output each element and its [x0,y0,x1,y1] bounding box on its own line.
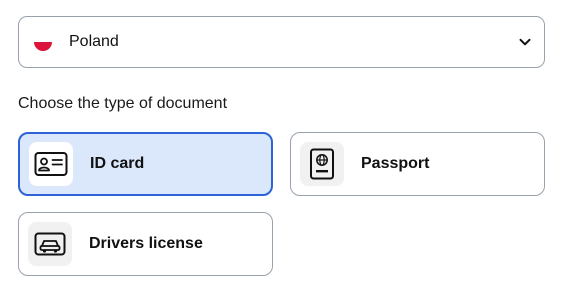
section-title: Choose the type of document [18,95,228,112]
document-option-passport[interactable]: Passport [290,132,545,196]
car-icon [28,222,72,266]
chevron-down-icon [518,35,532,49]
country-select-value: Poland [69,33,119,50]
document-option-label: Drivers license [89,235,203,252]
poland-flag-icon [34,33,52,51]
document-option-label: Passport [361,155,430,172]
country-select[interactable]: Poland [18,16,545,68]
id-card-icon [29,142,73,186]
document-option-id-card[interactable]: ID card [18,132,273,196]
passport-icon [300,142,344,186]
document-type-form: Poland Choose the type of document ID ca… [0,0,563,293]
document-option-label: ID card [90,155,145,172]
document-option-drivers-license[interactable]: Drivers license [18,212,273,276]
